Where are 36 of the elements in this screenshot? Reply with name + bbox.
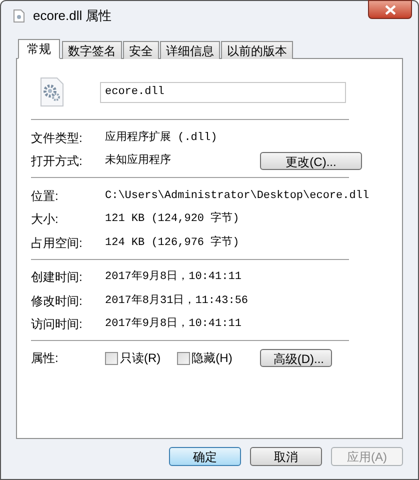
field-label: 属性:: [31, 350, 60, 367]
field-label: 打开方式:: [31, 153, 84, 170]
field-value: 121 KB (124,920 字节): [105, 211, 240, 227]
advanced-button[interactable]: 高级(D)...: [260, 349, 332, 367]
document-icon: [13, 9, 25, 23]
dialog-button[interactable]: 确定: [169, 447, 241, 466]
field-value: 124 KB (126,976 字节): [105, 234, 240, 250]
tab[interactable]: 详细信息: [160, 41, 220, 59]
window-title: ecore.dll 属性: [33, 7, 112, 26]
field-label: 占用空间:: [31, 234, 84, 252]
field-value: 未知应用程序: [105, 153, 172, 169]
field-label: 文件类型:: [31, 130, 84, 147]
field-value: 2017年9月8日，10:41:11: [105, 269, 242, 285]
tab[interactable]: 数字签名: [62, 41, 122, 59]
tab[interactable]: 常规: [18, 39, 60, 59]
gear-file-icon: [39, 77, 65, 107]
field-label: 修改时间:: [31, 292, 84, 310]
change-button[interactable]: 更改(C)...: [260, 152, 362, 170]
tab[interactable]: 安全: [123, 41, 159, 59]
field-value: C:\Users\Administrator\Desktop\ecore.dll: [105, 188, 370, 204]
field-label: 创建时间:: [31, 269, 84, 286]
field-label: 大小:: [31, 211, 60, 228]
close-icon: [384, 4, 396, 14]
file-name-field[interactable]: ecore.dll: [100, 82, 346, 102]
checkbox-label[interactable]: 隐藏(H): [192, 349, 232, 367]
field-label: 访问时间:: [31, 316, 84, 334]
field-value: 2017年9月8日，10:41:11: [105, 316, 242, 332]
dialog-button[interactable]: 取消: [250, 447, 322, 466]
checkbox-label[interactable]: 只读(R): [120, 349, 161, 367]
field-value: 应用程序扩展 (.dll): [105, 130, 218, 146]
checkbox[interactable]: [105, 352, 118, 364]
tab[interactable]: 以前的版本: [221, 41, 293, 59]
checkbox[interactable]: [176, 352, 190, 364]
field-label: 位置:: [31, 188, 60, 205]
close-button[interactable]: [368, 0, 412, 19]
field-value: 2017年8月31日，11:43:56: [105, 293, 250, 308]
